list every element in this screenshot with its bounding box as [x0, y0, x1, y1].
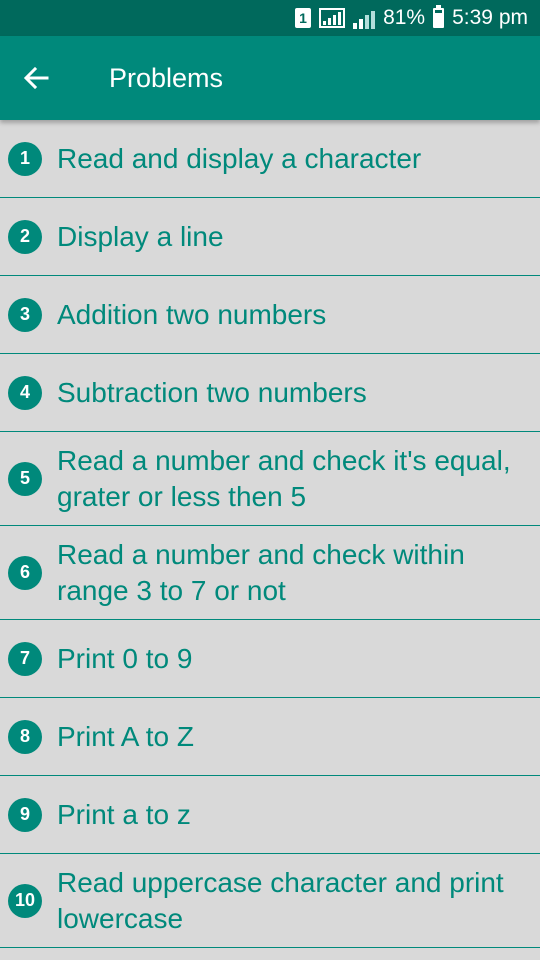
problem-title: Subtraction two numbers	[57, 376, 367, 408]
problem-number-badge: 9	[8, 797, 42, 832]
problem-title: Print 0 to 9	[57, 642, 193, 674]
problem-item[interactable]: 10 Read uppercase character and print low…	[0, 854, 540, 948]
problem-number-badge: 8	[8, 719, 42, 754]
back-button[interactable]	[0, 36, 72, 120]
problem-title: Print a to z	[57, 798, 191, 830]
problem-item[interactable]: 9 Print a to z	[0, 776, 540, 854]
problem-number-badge: 4	[8, 375, 42, 410]
problem-item[interactable]: 1 Read and display a character	[0, 120, 540, 198]
app-bar: Problems	[0, 36, 540, 120]
problem-title: Read a number and check it's equal, grat…	[57, 444, 511, 512]
problem-number-badge: 7	[8, 641, 42, 676]
problem-title: Print A to Z	[57, 720, 194, 752]
problem-item[interactable]: 7 Print 0 to 9	[0, 620, 540, 698]
problem-title: Display a line	[57, 220, 224, 252]
problem-title: Addition two numbers	[57, 298, 327, 330]
battery-icon	[433, 5, 445, 28]
problem-number-badge: 2	[8, 219, 42, 254]
problem-title: Read and display a character	[57, 142, 422, 174]
back-arrow-icon	[23, 67, 49, 89]
problem-item[interactable]: 5 Read a number and check it's equal, gra…	[0, 432, 540, 526]
status-bar: 1 81% 5:39 pm	[0, 0, 540, 36]
problem-item[interactable]: 6 Read a number and check within range 3 …	[0, 526, 540, 620]
problem-item[interactable]: 8 Print A to Z	[0, 698, 540, 776]
signal-strength-icon	[319, 8, 346, 28]
problem-item[interactable]: 4 Subtraction two numbers	[0, 354, 540, 432]
problem-list: 1 Read and display a character 2 Display a …	[0, 120, 540, 948]
problem-number-badge: 10	[8, 883, 42, 918]
battery-level	[435, 13, 443, 26]
problem-number-badge: 1	[8, 141, 42, 176]
problem-item[interactable]: 3 Addition two numbers	[0, 276, 540, 354]
sim-icon: 1	[295, 8, 312, 28]
problem-title: Read uppercase character and print lower…	[57, 866, 504, 934]
clock: 5:39 pm	[452, 6, 528, 29]
problem-number-badge: 5	[8, 461, 42, 496]
page-title: Problems	[109, 62, 224, 93]
secondary-signal-icon	[353, 7, 376, 29]
battery-percent: 81%	[383, 6, 426, 29]
problem-item[interactable]: 2 Display a line	[0, 198, 540, 276]
problem-number-badge: 6	[8, 555, 42, 590]
problem-number-badge: 3	[8, 297, 42, 332]
problem-title: Read a number and check within range 3 t…	[57, 538, 465, 606]
